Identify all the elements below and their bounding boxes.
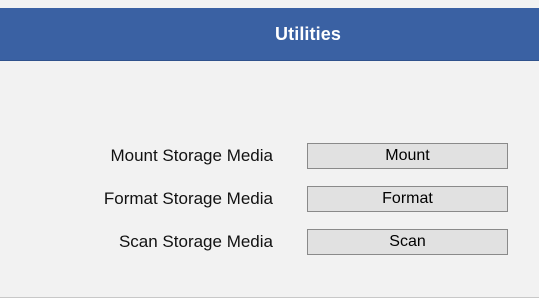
mount-storage-row: Mount Storage Media Mount [0,143,539,169]
utilities-panel: Utilities Mount Storage Media Mount Form… [0,0,539,298]
format-button[interactable]: Format [307,186,508,212]
mount-storage-label: Mount Storage Media [110,146,273,165]
panel-title: Utilities [275,24,341,44]
scan-storage-label: Scan Storage Media [118,232,273,251]
format-storage-label: Format Storage Media [103,189,273,208]
scan-button[interactable]: Scan [307,229,508,255]
panel-header: Utilities [0,8,539,61]
format-storage-row: Format Storage Media Format [0,186,539,212]
mount-button[interactable]: Mount [307,143,508,169]
scan-storage-row: Scan Storage Media Scan [0,229,539,255]
